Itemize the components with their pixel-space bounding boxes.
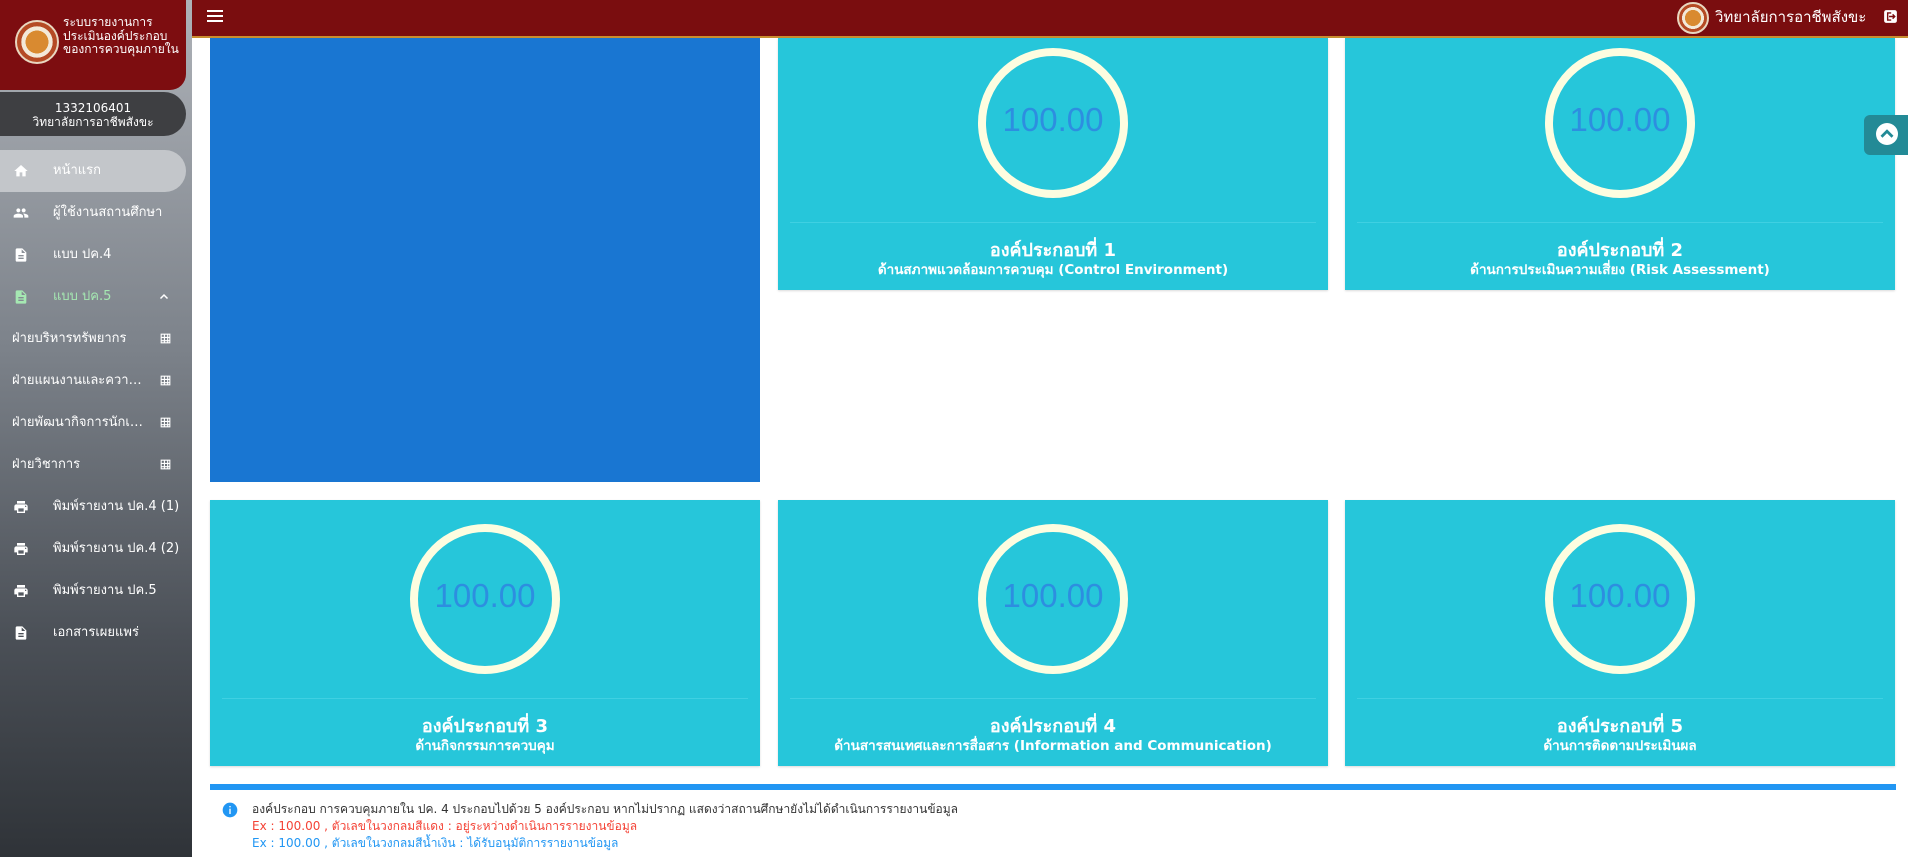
organization-logo	[1677, 2, 1709, 34]
sidebar-item-label: แบบ ปค.4	[53, 247, 112, 262]
card-subtitle: ด้านการประเมินความเสี่ยง (Risk Assessmen…	[1470, 262, 1770, 278]
document-icon	[15, 626, 27, 640]
topbar-school-name: วิทยาลัยการอาชีพสังขะ	[1715, 8, 1867, 26]
printer-icon	[14, 543, 28, 555]
school-code: 1332106401	[54, 101, 132, 115]
table-icon	[160, 459, 171, 470]
sidebar-item-documents[interactable]: เอกสารเผยแพร่	[0, 612, 192, 654]
sidebar-nav: หน้าแรก ผู้ใช้งานสถานศึกษา แบบ ปค.4 แบบ …	[0, 150, 192, 654]
card-subtitle: ด้านสภาพแวดล้อมการควบคุม (Control Enviro…	[877, 262, 1229, 278]
table-icon	[160, 333, 171, 344]
sidebar-subitem-label: ฝ่ายวิชาการ	[12, 457, 81, 472]
printer-icon	[14, 585, 28, 597]
chevron-up-icon	[1876, 123, 1898, 145]
sidebar-item-label: พิมพ์รายงาน ปค.4 (2)	[53, 541, 180, 556]
topbar: วิทยาลัยการอาชีพสังขะ	[192, 0, 1908, 38]
score-value: 100.00	[1569, 577, 1671, 614]
sidebar-item-print-pk5[interactable]: พิมพ์รายงาน ปค.5	[0, 570, 192, 612]
sidebar-item-print-pk4-2[interactable]: พิมพ์รายงาน ปค.4 (2)	[0, 528, 192, 570]
sidebar-subitem-label: ฝ่ายบริหารทรัพยากร	[12, 331, 127, 346]
blue-panel	[210, 38, 760, 482]
sidebar-item-users[interactable]: ผู้ใช้งานสถานศึกษา	[0, 192, 192, 234]
sidebar: ระบบรายงานการประเมินองค์ประกอบของการควบค…	[0, 0, 192, 857]
sidebar-item-label: เอกสารเผยแพร่	[53, 625, 139, 640]
card-subtitle: ด้านกิจกรรมการควบคุม	[415, 738, 555, 754]
component-card-5[interactable]: 100.00 องค์ประกอบที่ 5 ด้านการติดตามประเ…	[1345, 500, 1895, 766]
users-icon	[13, 208, 29, 218]
school-name: วิทยาลัยการอาชีพสังขะ	[32, 115, 154, 129]
brand-title: ระบบรายงานการประเมินองค์ประกอบของการควบค…	[63, 15, 179, 56]
sidebar-item-label: แบบ ปค.5	[53, 289, 112, 304]
sidebar-item-print-pk4-1[interactable]: พิมพ์รายงาน ปค.4 (1)	[0, 486, 192, 528]
component-card-1[interactable]: 100.00 องค์ประกอบที่ 1 ด้านสภาพแวดล้อมกา…	[778, 38, 1328, 290]
sidebar-subitem-student-affairs[interactable]: ฝ่ายพัฒนากิจการนักเรียนนักศึกษา	[0, 402, 192, 444]
card-divider	[222, 698, 748, 699]
sidebar-item-label: หน้าแรก	[53, 163, 101, 178]
sidebar-item-pk5[interactable]: แบบ ปค.5	[0, 276, 192, 318]
table-icon	[160, 417, 171, 428]
score-value: 100.00	[434, 577, 536, 614]
sidebar-subitem-label: ฝ่ายพัฒนากิจการนักเรียนนักศึกษา	[12, 415, 144, 430]
sidebar-item-home[interactable]: หน้าแรก	[0, 150, 186, 192]
sidebar-subitem-planning[interactable]: ฝ่ายแผนงานและความร่วมมือ	[0, 360, 192, 402]
score-value: 100.00	[1002, 577, 1104, 614]
card-subtitle: ด้านสารสนเทศและการสื่อสาร (Information a…	[834, 738, 1272, 754]
logout-icon[interactable]	[1882, 8, 1899, 25]
organization-logo	[15, 20, 59, 64]
sidebar-item-label: พิมพ์รายงาน ปค.4 (1)	[53, 499, 180, 514]
component-card-3[interactable]: 100.00 องค์ประกอบที่ 3 ด้านกิจกรรมการควบ…	[210, 500, 760, 766]
sidebar-subitem-label: ฝ่ายแผนงานและความร่วมมือ	[12, 373, 144, 388]
card-divider	[1357, 698, 1883, 699]
hamburger-menu-icon[interactable]	[207, 10, 223, 24]
score-value: 100.00	[1002, 101, 1104, 138]
scroll-to-top-button[interactable]	[1864, 115, 1908, 155]
sidebar-subitem-resources[interactable]: ฝ่ายบริหารทรัพยากร	[0, 318, 192, 360]
card-divider	[790, 698, 1316, 699]
card-divider	[790, 222, 1316, 223]
info-line-blue: Ex : 100.00 , ตัวเลขในวงกลมสีน้ำเงิน : ไ…	[252, 836, 619, 850]
sidebar-item-label: ผู้ใช้งานสถานศึกษา	[53, 205, 163, 220]
card-subtitle: ด้านการติดตามประเมินผล	[1543, 738, 1697, 754]
score-value: 100.00	[1569, 101, 1671, 138]
table-icon	[160, 375, 171, 386]
brand-header[interactable]: ระบบรายงานการประเมินองค์ประกอบของการควบค…	[0, 0, 186, 90]
sidebar-item-pk4[interactable]: แบบ ปค.4	[0, 234, 192, 276]
document-icon	[15, 248, 27, 262]
info-icon	[222, 802, 238, 818]
home-icon	[14, 165, 28, 177]
sidebar-item-label: พิมพ์รายงาน ปค.5	[53, 583, 157, 598]
school-info: 1332106401 วิทยาลัยการอาชีพสังขะ	[0, 92, 186, 136]
chevron-up-icon[interactable]	[158, 291, 170, 303]
card-divider	[1357, 222, 1883, 223]
printer-icon	[14, 501, 28, 513]
info-callout: องค์ประกอบ การควบคุมภายใน ปค. 4 ประกอบไป…	[210, 784, 1896, 857]
component-card-2[interactable]: 100.00 องค์ประกอบที่ 2 ด้านการประเมินควา…	[1345, 38, 1895, 290]
component-card-4[interactable]: 100.00 องค์ประกอบที่ 4 ด้านสารสนเทศและกา…	[778, 500, 1328, 766]
sidebar-subitem-academic[interactable]: ฝ่ายวิชาการ	[0, 444, 192, 486]
document-icon	[15, 290, 27, 304]
